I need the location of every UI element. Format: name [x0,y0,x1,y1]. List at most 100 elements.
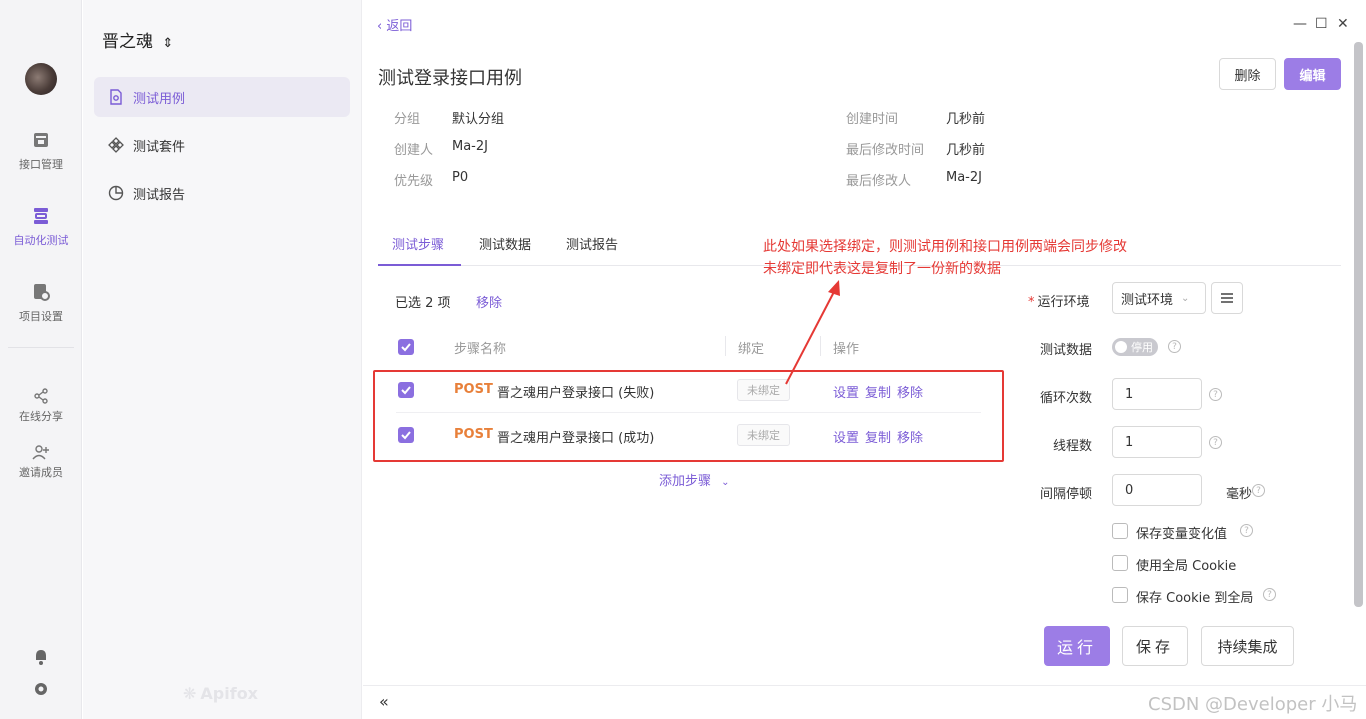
edit-button[interactable]: 编辑 [1284,58,1341,90]
share-icon [34,388,48,404]
menu-icon [1221,293,1233,303]
interval-label: 间隔停顿 [1040,487,1093,502]
avatar[interactable] [25,63,57,95]
annotation-line: 此处如果选择绑定，则测试用例和接口用例两端会同步修改 [763,239,1127,255]
rail-divider [8,347,74,348]
env-select[interactable]: 测试环境 ⌄ [1112,282,1206,314]
api-management-icon [34,133,48,147]
save-cookie-checkbox[interactable] [1112,587,1128,603]
loop-label: 循环次数 [1040,391,1093,406]
project-name: 晋之魂 [102,32,153,52]
sidebar-item-test-reports[interactable]: 测试报告 [94,173,350,213]
apifox-logo-icon: ❋ [183,684,197,703]
meta-value: 几秒前 [946,143,986,158]
meta-label: 创建时间 [846,112,899,127]
close-icon[interactable]: ✕ [1337,16,1349,32]
select-all-checkbox[interactable] [398,339,414,355]
settings-doc-icon [34,284,50,301]
tab-test-data[interactable]: 测试数据 [479,234,531,253]
required-marker: * [1028,295,1035,310]
active-tab-indicator [378,264,461,266]
check-icon [401,343,411,352]
rail-item-automation[interactable]: 自动化测试 [0,206,82,248]
rail-label: 在线分享 [19,410,63,423]
icon-rail: 接口管理 自动化测试 项目设置 在线分享 邀请成员 [0,0,82,719]
brand-name: Apifox [200,684,258,703]
sidebar-item-test-suites[interactable]: 测试套件 [94,125,350,165]
help-icon[interactable]: ? [1240,524,1253,537]
chevron-updown-icon: ⇕ [162,36,174,51]
add-step-button[interactable]: 添加步骤 ⌄ [659,470,730,489]
bulk-remove-link[interactable]: 移除 [476,292,502,311]
secondary-sidebar: 晋之魂 ⇕ 测试用例 测试套件 测试报告 ❋ Apifox [83,0,362,719]
rail-label: 项目设置 [19,310,63,323]
project-switcher[interactable]: 晋之魂 ⇕ [102,27,173,52]
env-menu-button[interactable] [1211,282,1243,314]
rail-item-api-management[interactable]: 接口管理 [0,130,82,172]
meta-label: 优先级 [394,174,434,189]
test-data-label: 测试数据 [1040,343,1093,358]
rail-item-share[interactable]: 在线分享 [0,388,82,424]
gear-icon[interactable] [32,680,50,698]
interval-input[interactable]: 0 [1112,474,1202,506]
chevron-down-icon: ⌄ [721,477,730,488]
meta-value: 默认分组 [452,112,505,127]
help-icon[interactable]: ? [1168,340,1181,353]
env-label-text: 运行环境 [1037,295,1090,310]
env-select-value: 测试环境 [1121,292,1174,308]
global-cookie-label: 使用全局 Cookie [1136,559,1237,574]
sidebar-item-label: 测试用例 [133,91,186,107]
back-link[interactable]: ‹ 返回 [377,15,412,34]
global-cookie-checkbox[interactable] [1112,555,1128,571]
help-icon[interactable]: ? [1263,588,1276,601]
meta-label: 最后修改时间 [846,143,925,158]
help-icon[interactable]: ? [1252,484,1265,497]
main-panel: ‹ 返回 — ☐ ✕ 测试登录接口用例 删除 编辑 分组 默认分组 创建人 Ma… [363,0,1366,719]
scrollbar[interactable] [1354,42,1363,607]
page-title: 测试登录接口用例 [378,68,522,89]
env-label: * 运行环境 [1028,291,1090,310]
thread-count-input[interactable]: 1 [1112,426,1202,458]
pie-chart-icon [108,185,124,201]
column-divider [725,336,726,356]
help-icon[interactable]: ? [1209,388,1222,401]
meta-value: 几秒前 [946,112,986,127]
toggle-label: 停用 [1131,341,1153,354]
add-step-label: 添加步骤 [659,474,712,489]
rail-item-project-settings[interactable]: 项目设置 [0,282,82,324]
rail-label: 自动化测试 [13,234,69,247]
chevron-down-icon: ⌄ [1181,292,1190,304]
annotation-box [373,370,1004,462]
meta-value: Ma-2J [946,170,982,185]
loop-count-input[interactable]: 1 [1112,378,1202,410]
save-variable-checkbox[interactable] [1112,523,1128,539]
sidebar-item-label: 测试报告 [133,187,186,203]
ci-button[interactable]: 持续集成 [1201,626,1294,666]
column-header-name: 步骤名称 [454,342,507,357]
help-icon[interactable]: ? [1209,436,1222,449]
add-user-icon [32,445,49,460]
test-case-icon [110,89,122,105]
delete-button[interactable]: 删除 [1219,58,1276,90]
meta-label: 分组 [394,112,421,127]
tab-test-steps[interactable]: 测试步骤 [392,234,444,253]
minimize-icon[interactable]: — [1293,16,1307,32]
save-button[interactable]: 保存 [1122,626,1188,666]
annotation-line: 未绑定即代表这是复制了一份新的数据 [763,261,1001,277]
save-variable-label: 保存变量变化值 [1136,527,1228,542]
back-label: 返回 [386,19,413,34]
sidebar-item-test-cases[interactable]: 测试用例 [94,77,350,117]
watermark: CSDN @Developer 小马 [1148,694,1358,715]
run-button[interactable]: 运行 [1044,626,1110,666]
chevron-left-icon: ‹ [377,19,387,34]
maximize-icon[interactable]: ☐ [1315,16,1328,32]
test-data-toggle[interactable]: 停用 [1112,338,1158,356]
tab-test-report[interactable]: 测试报告 [566,234,618,253]
selected-count: 已选 2 项 [395,296,451,311]
rail-label: 邀请成员 [19,466,63,479]
bell-icon[interactable] [32,648,50,666]
rail-item-invite[interactable]: 邀请成员 [0,444,82,480]
annotation-text: 此处如果选择绑定，则测试用例和接口用例两端会同步修改 未绑定即代表这是复制了一份… [763,236,1127,280]
collapse-sidebar-icon[interactable]: « [379,692,389,711]
interval-unit: 毫秒 [1226,487,1253,502]
